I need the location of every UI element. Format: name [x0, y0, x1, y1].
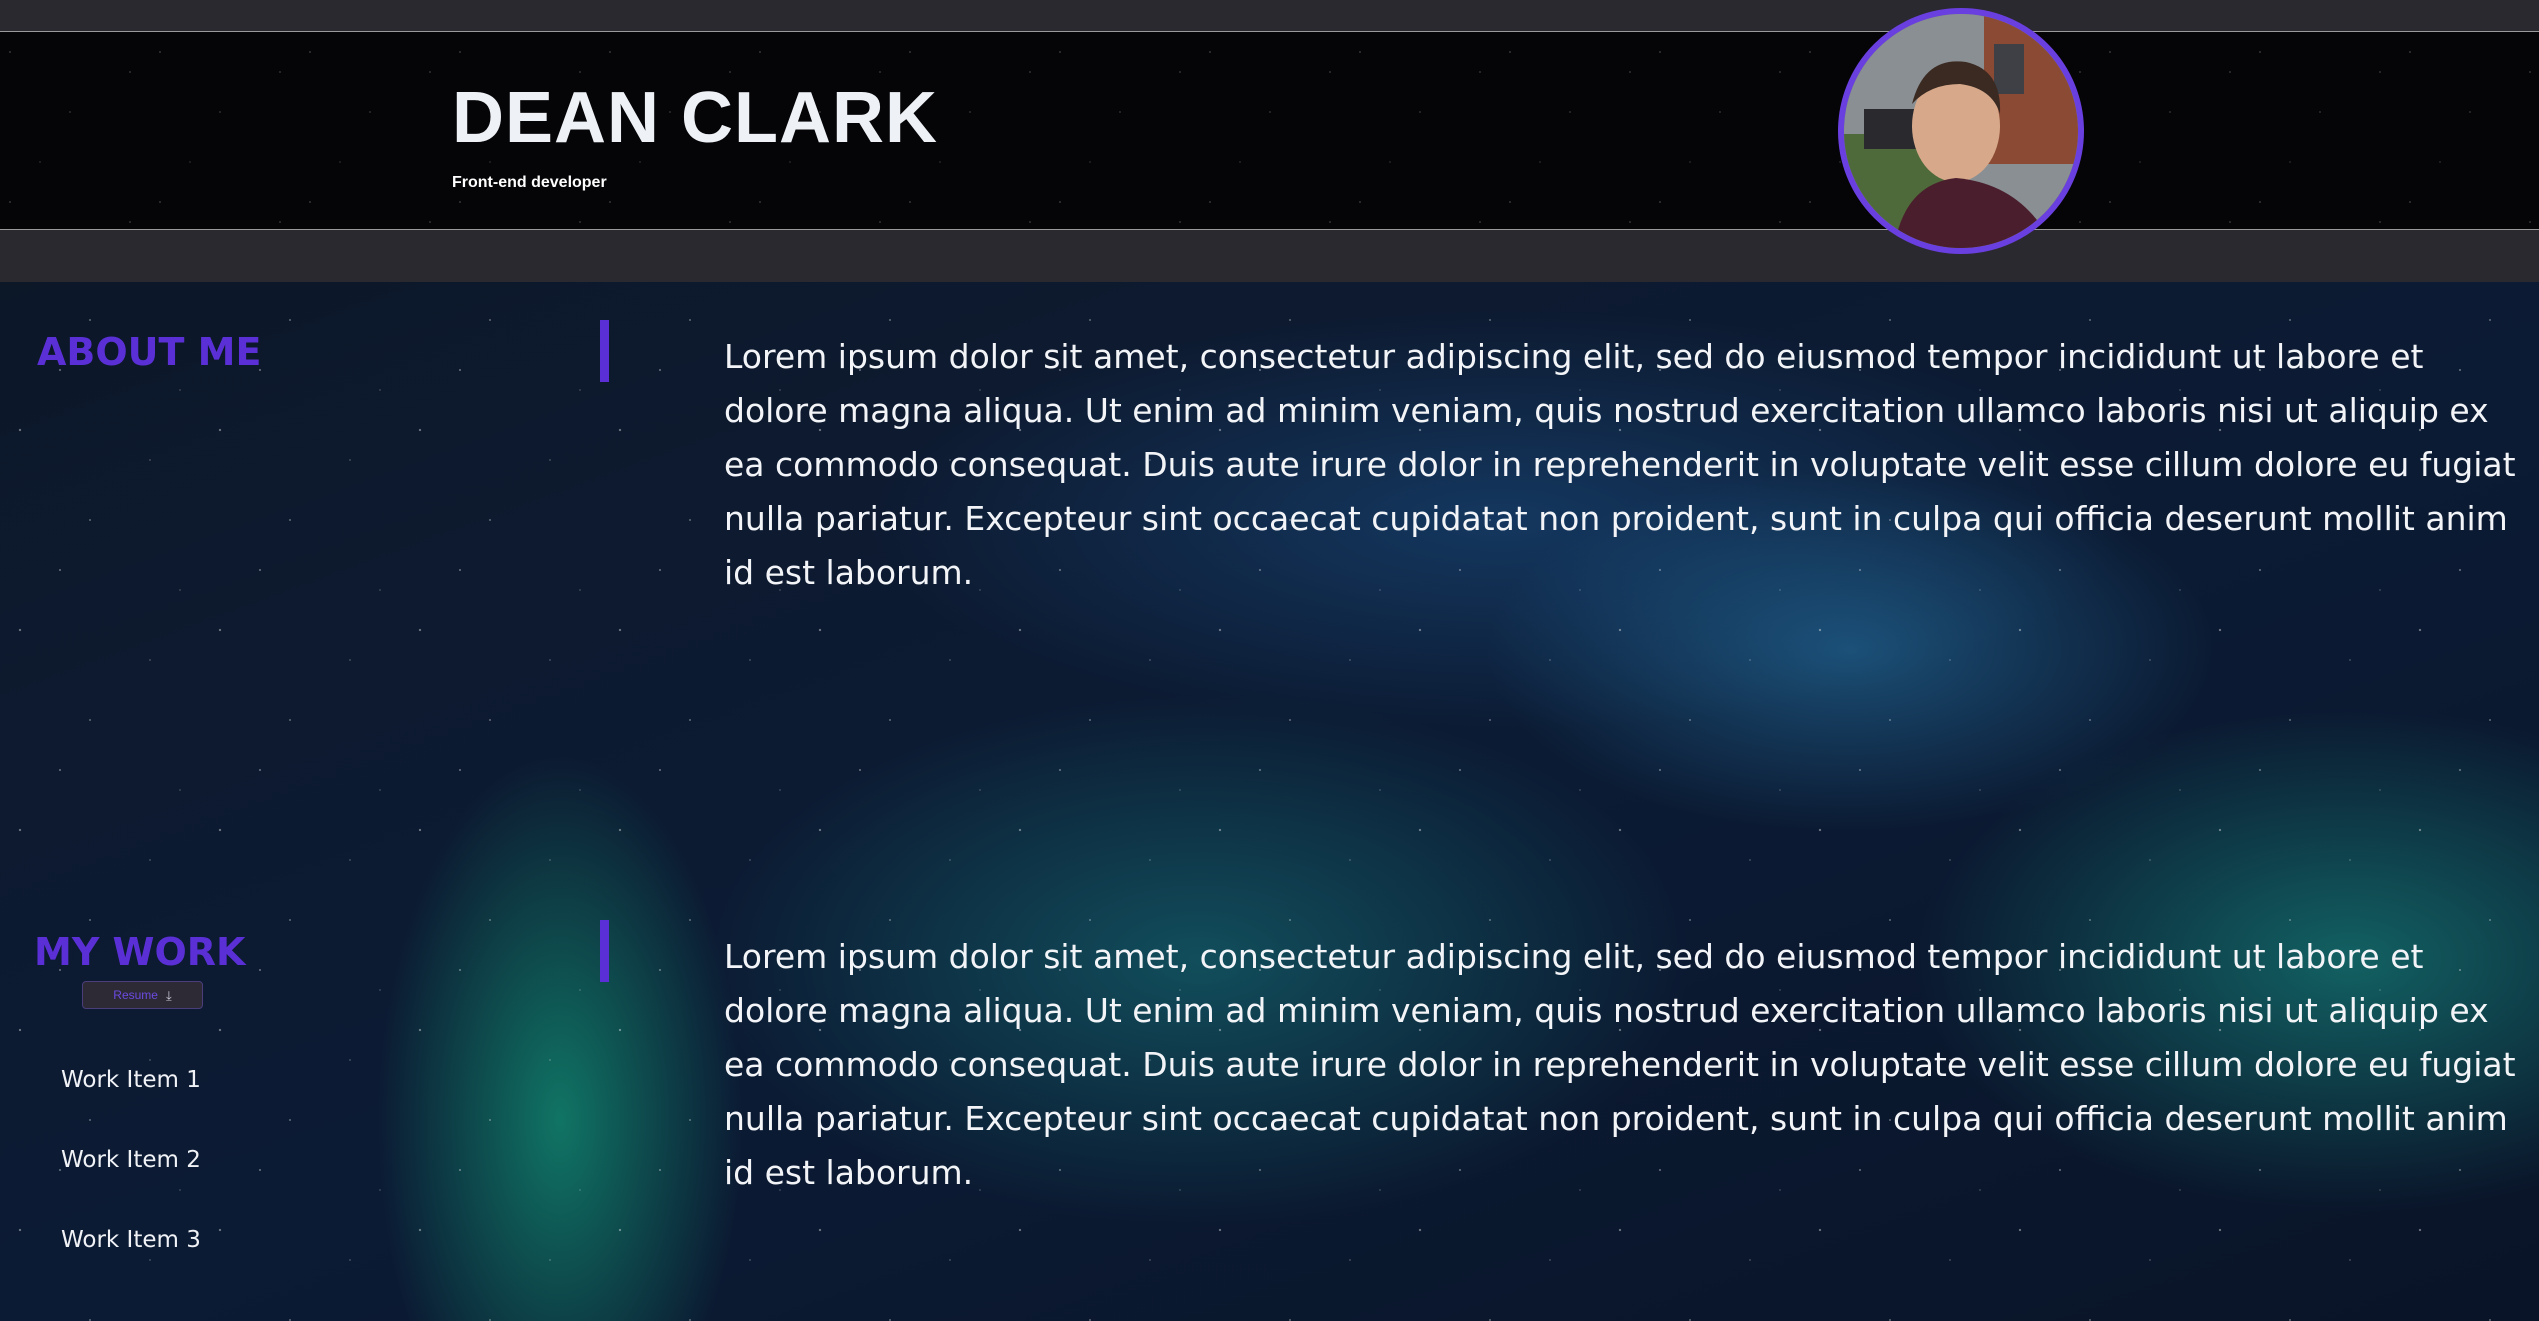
work-item-2[interactable]: Work Item 2 [61, 1140, 201, 1220]
resume-button-label: Resume [113, 988, 158, 1002]
about-text: Lorem ipsum dolor sit amet, consectetur … [724, 337, 2516, 592]
site-header [0, 31, 2539, 230]
work-text: Lorem ipsum dolor sit amet, consectetur … [724, 937, 2516, 1192]
top-strip [0, 0, 2539, 31]
about-accent-bar [600, 320, 609, 382]
site-title: DEAN CLARK [452, 78, 938, 158]
work-heading: MY WORK [34, 930, 246, 974]
download-icon: ⤓ [165, 987, 172, 1003]
work-item-1[interactable]: Work Item 1 [61, 1060, 201, 1140]
profile-photo-icon [1844, 14, 2078, 248]
header-starfield [0, 32, 2539, 229]
site-subtitle: Front-end developer [452, 174, 607, 191]
header-bottom-strip [0, 230, 2539, 282]
resume-button[interactable]: Resume ⤓ [82, 981, 203, 1009]
avatar [1838, 8, 2084, 254]
work-item-3[interactable]: Work Item 3 [61, 1220, 201, 1300]
about-heading: ABOUT ME [37, 330, 262, 374]
work-list: Work Item 1 Work Item 2 Work Item 3 [61, 1060, 201, 1300]
work-accent-bar [600, 920, 609, 982]
